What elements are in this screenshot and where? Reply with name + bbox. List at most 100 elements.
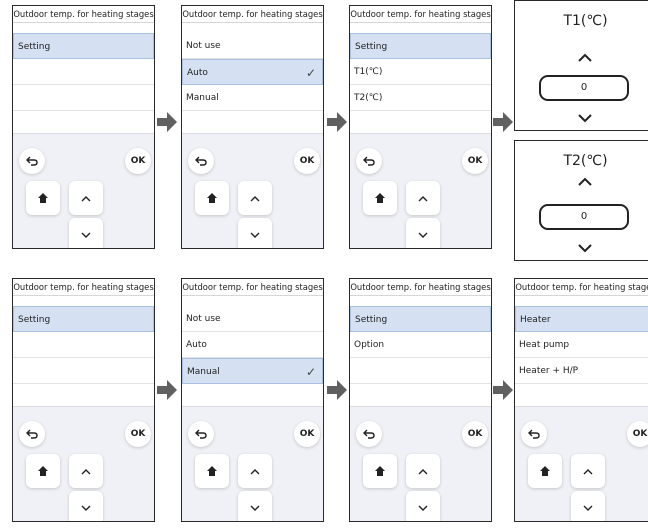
home-button[interactable] — [528, 454, 562, 488]
home-button[interactable] — [363, 181, 397, 215]
keypad: OK — [350, 406, 491, 521]
menu-item-label: Heat pump — [519, 340, 570, 350]
ok-button[interactable]: OK — [462, 148, 488, 174]
panel-title: Outdoor temp. for heating stages — [182, 6, 323, 23]
menu-item[interactable]: T1(℃) — [350, 59, 491, 85]
chevron-up-icon — [418, 468, 428, 474]
chevron-up-icon — [81, 468, 91, 474]
chevron-down-icon — [250, 505, 260, 511]
flow-arrow-icon — [327, 380, 347, 400]
t2-value-field[interactable]: 0 — [539, 204, 629, 230]
menu-item-empty — [13, 85, 154, 111]
home-button[interactable] — [195, 181, 229, 215]
down-button[interactable] — [571, 491, 605, 521]
home-icon — [375, 193, 385, 203]
menu-item-label: Manual — [186, 93, 219, 103]
down-button[interactable] — [406, 218, 440, 248]
chevron-up-icon[interactable] — [576, 51, 594, 63]
back-button[interactable] — [356, 148, 382, 174]
back-button[interactable] — [19, 148, 45, 174]
up-button[interactable] — [571, 454, 605, 488]
home-button[interactable] — [195, 454, 229, 488]
home-button[interactable] — [26, 454, 60, 488]
menu-item-label: Manual — [187, 367, 220, 377]
down-button[interactable] — [238, 491, 272, 521]
check-icon: ✓ — [305, 365, 316, 379]
menu-list: Not use Auto Manual ✓ — [182, 306, 323, 410]
menu-list: Setting Option — [350, 306, 491, 410]
chevron-up-icon[interactable] — [576, 175, 594, 187]
flow-arrow-icon — [157, 380, 177, 400]
menu-item[interactable]: Heater + H/P — [515, 358, 648, 384]
keypad: OK — [13, 133, 154, 248]
keypad: OK — [350, 133, 491, 248]
menu-list: Setting T1(℃) T2(℃) — [350, 33, 491, 137]
menu-item[interactable]: Setting — [13, 33, 154, 59]
keypad: OK — [182, 406, 323, 521]
ok-button[interactable]: OK — [462, 421, 488, 447]
panel-title: Outdoor temp. for heating stages — [515, 279, 648, 296]
down-button[interactable] — [69, 491, 103, 521]
up-button[interactable] — [406, 181, 440, 215]
menu-item[interactable]: Setting — [350, 306, 491, 332]
menu-item[interactable]: T2(℃) — [350, 85, 491, 111]
t1-value-field[interactable]: 0 — [539, 75, 629, 101]
back-button[interactable] — [188, 421, 214, 447]
menu-item-label: Not use — [186, 41, 221, 51]
keypad: OK — [13, 406, 154, 521]
back-button[interactable] — [356, 421, 382, 447]
ok-button[interactable]: OK — [125, 148, 151, 174]
chevron-down-icon[interactable] — [576, 242, 594, 254]
chevron-up-icon — [418, 195, 428, 201]
ok-label: OK — [130, 156, 146, 166]
home-button[interactable] — [26, 181, 60, 215]
ok-button[interactable]: OK — [125, 421, 151, 447]
chevron-up-icon — [250, 468, 260, 474]
menu-list: Setting — [13, 33, 154, 137]
up-button[interactable] — [69, 454, 103, 488]
home-button[interactable] — [363, 454, 397, 488]
down-button[interactable] — [238, 218, 272, 248]
menu-item[interactable]: Option — [350, 332, 491, 358]
ok-button[interactable]: OK — [294, 148, 320, 174]
menu-item-label: Setting — [355, 315, 388, 325]
up-button[interactable] — [238, 454, 272, 488]
back-button[interactable] — [521, 421, 547, 447]
home-icon — [540, 466, 550, 476]
up-button[interactable] — [69, 181, 103, 215]
down-button[interactable] — [69, 218, 103, 248]
menu-item[interactable]: Heat pump — [515, 332, 648, 358]
ok-button[interactable]: OK — [627, 421, 648, 447]
down-button[interactable] — [406, 491, 440, 521]
back-arrow-icon — [363, 156, 375, 166]
ok-button[interactable]: OK — [294, 421, 320, 447]
menu-item[interactable]: Heater — [515, 306, 648, 332]
menu-item[interactable]: Setting — [350, 33, 491, 59]
chevron-up-icon — [81, 195, 91, 201]
menu-item-empty — [13, 59, 154, 85]
up-button[interactable] — [238, 181, 272, 215]
ok-label: OK — [299, 156, 315, 166]
back-button[interactable] — [19, 421, 45, 447]
menu-item[interactable]: Not use — [182, 33, 323, 59]
chevron-down-icon[interactable] — [576, 112, 594, 124]
flow-arrow-icon — [493, 380, 513, 400]
menu-item[interactable]: Setting — [13, 306, 154, 332]
menu-item[interactable]: Manual — [182, 85, 323, 111]
ok-label: OK — [467, 156, 483, 166]
menu-item[interactable]: Auto ✓ — [182, 59, 323, 85]
screen-panel: Outdoor temp. for heating stages Not use A… — [181, 5, 324, 249]
menu-item-label: Auto — [186, 340, 207, 350]
menu-item-label: Auto — [187, 68, 208, 78]
menu-item[interactable]: Auto — [182, 332, 323, 358]
back-button[interactable] — [188, 148, 214, 174]
menu-item-label: T2(℃) — [354, 93, 383, 103]
menu-item-empty — [13, 332, 154, 358]
menu-item[interactable]: Manual ✓ — [182, 358, 323, 384]
menu-item[interactable]: Not use — [182, 306, 323, 332]
panel-title: Outdoor temp. for heating stages — [350, 6, 491, 23]
keypad: OK — [182, 133, 323, 248]
up-button[interactable] — [406, 454, 440, 488]
menu-item-empty — [350, 358, 491, 384]
home-icon — [38, 466, 48, 476]
